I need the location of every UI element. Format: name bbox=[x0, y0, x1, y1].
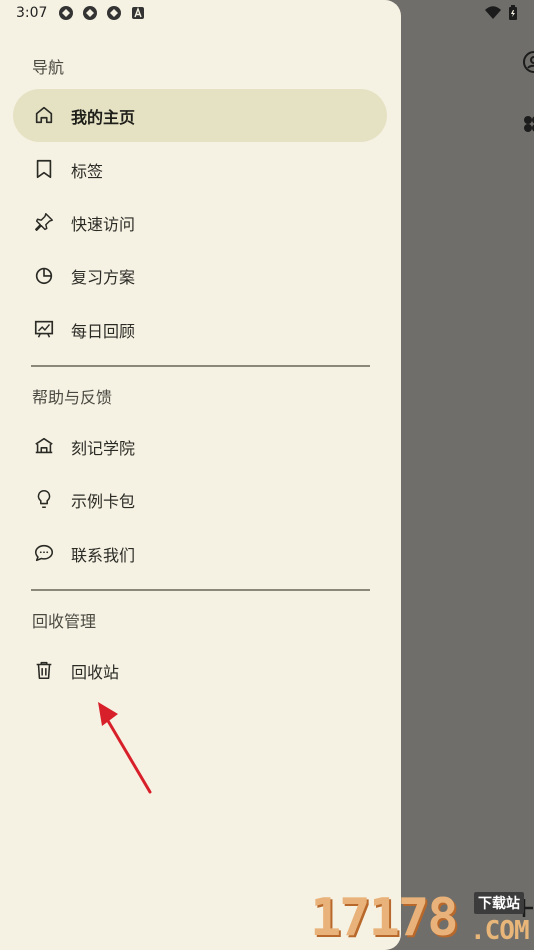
divider bbox=[31, 589, 370, 591]
nav-item-academy[interactable]: 刻记学院 bbox=[13, 420, 387, 473]
pin-icon bbox=[33, 211, 55, 233]
nav-item-label: 我的主页 bbox=[71, 108, 136, 127]
nav-item-label: 刻记学院 bbox=[71, 439, 136, 458]
section-header-recycle: 回收管理 bbox=[32, 612, 97, 631]
watermark-site: 下载站 bbox=[474, 892, 524, 914]
presentation-chart-icon bbox=[33, 318, 55, 340]
home-icon bbox=[33, 104, 55, 126]
lightbulb-icon bbox=[33, 488, 55, 510]
a-icon bbox=[130, 5, 146, 21]
section-header-help: 帮助与反馈 bbox=[32, 388, 113, 407]
nav-item-recycle-bin[interactable]: 回收站 bbox=[13, 644, 387, 697]
nav-item-review-plan[interactable]: 复习方案 bbox=[13, 249, 387, 302]
account-icon bbox=[522, 50, 534, 74]
nav-item-label: 每日回顾 bbox=[71, 322, 136, 341]
wifi-icon bbox=[484, 5, 502, 25]
app-icon bbox=[58, 5, 74, 21]
watermark-logo: 17178 下载站 .COM bbox=[308, 884, 534, 950]
chat-icon bbox=[33, 542, 55, 564]
app-icon bbox=[82, 5, 98, 21]
nav-item-home[interactable]: 我的主页 bbox=[13, 89, 387, 142]
bookmark-icon bbox=[33, 158, 55, 180]
trash-icon bbox=[33, 659, 55, 681]
battery-icon bbox=[508, 5, 518, 25]
watermark-digits: 17178 bbox=[310, 888, 459, 948]
nav-item-label: 标签 bbox=[71, 162, 104, 181]
status-bar: 3:07 bbox=[0, 0, 534, 28]
pie-chart-icon bbox=[33, 264, 55, 286]
navigation-drawer: 导航 我的主页 标签 快速访问 复习方案 每日回顾 帮助与反馈 刻记学院 示例卡… bbox=[0, 0, 401, 950]
school-icon bbox=[33, 435, 55, 457]
nav-item-label: 回收站 bbox=[71, 663, 120, 682]
nav-item-label: 联系我们 bbox=[71, 546, 136, 565]
annotation-arrow-icon bbox=[98, 702, 152, 794]
nav-item-label: 快速访问 bbox=[71, 215, 136, 234]
nav-item-tags[interactable]: 标签 bbox=[13, 143, 387, 196]
status-system-icons bbox=[484, 5, 518, 25]
status-time: 3:07 bbox=[16, 5, 48, 21]
app-icon bbox=[106, 5, 122, 21]
status-notification-icons bbox=[58, 5, 146, 21]
flower-icon bbox=[522, 114, 534, 134]
watermark-domain: .COM bbox=[470, 916, 530, 946]
nav-item-sample-decks[interactable]: 示例卡包 bbox=[13, 473, 387, 526]
nav-item-contact-us[interactable]: 联系我们 bbox=[13, 527, 387, 580]
nav-item-quick-access[interactable]: 快速访问 bbox=[13, 196, 387, 249]
divider bbox=[31, 365, 370, 367]
nav-item-label: 示例卡包 bbox=[71, 492, 136, 511]
nav-item-label: 复习方案 bbox=[71, 268, 136, 287]
section-header-navigation: 导航 bbox=[32, 58, 65, 77]
nav-item-daily-review[interactable]: 每日回顾 bbox=[13, 303, 387, 356]
